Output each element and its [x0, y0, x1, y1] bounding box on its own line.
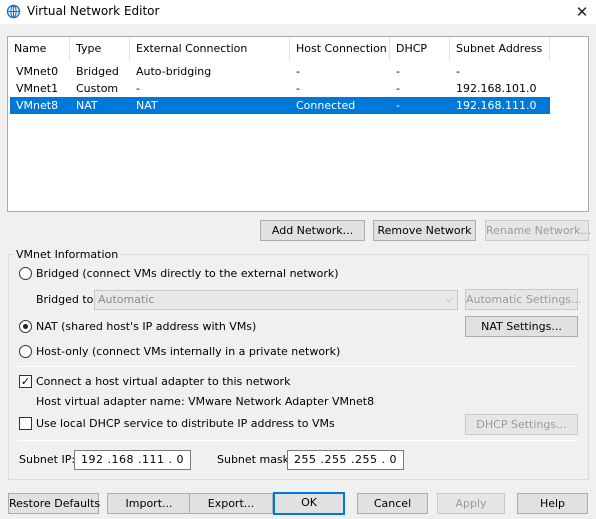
cell-dhcp: - — [396, 65, 400, 78]
host-only-label[interactable]: Host-only (connect VMs internally in a p… — [36, 344, 340, 359]
connect-adapter-label[interactable]: Connect a host virtual adapter to this n… — [36, 374, 290, 389]
cell-subnet-address: 192.168.101.0 — [456, 82, 537, 95]
network-table[interactable]: Name Type External Connection Host Conne… — [7, 36, 589, 212]
column-header-dhcp[interactable]: DHCP — [390, 37, 450, 61]
nat-radio[interactable] — [19, 320, 32, 333]
close-icon[interactable]: ✕ — [570, 2, 594, 22]
cell-external-connection: - — [136, 82, 140, 95]
cell-host-connection: - — [296, 65, 300, 78]
table-row[interactable]: VMnet1 Custom - - - 192.168.101.0 — [10, 80, 550, 97]
dhcp-settings-button[interactable]: DHCP Settings... — [465, 414, 578, 435]
window-title: Virtual Network Editor — [27, 4, 160, 18]
cell-subnet-address: - — [456, 65, 460, 78]
divider — [18, 440, 576, 441]
chevron-down-icon: ⌵ — [445, 294, 453, 305]
column-header-name[interactable]: Name — [8, 37, 70, 61]
table-row[interactable]: VMnet0 Bridged Auto-bridging - - - — [10, 63, 550, 80]
remove-network-button[interactable]: Remove Network — [373, 220, 476, 241]
cell-host-connection: Connected — [296, 99, 356, 112]
add-network-button[interactable]: Add Network... — [260, 220, 365, 241]
bridged-to-select[interactable]: Automatic ⌵ — [94, 290, 458, 310]
nat-label[interactable]: NAT (shared host's IP address with VMs) — [36, 319, 256, 334]
divider — [18, 366, 576, 367]
column-header-external-connection[interactable]: External Connection — [130, 37, 290, 61]
automatic-settings-button[interactable]: Automatic Settings... — [465, 289, 582, 310]
cell-external-connection: Auto-bridging — [136, 65, 212, 78]
cell-name: VMnet1 — [16, 82, 59, 95]
nat-settings-button[interactable]: NAT Settings... — [465, 316, 578, 337]
help-button[interactable]: Help — [517, 493, 588, 514]
dhcp-checkbox[interactable] — [19, 417, 32, 430]
subnet-ip-input[interactable]: 192 .168 .111 . 0 — [74, 450, 191, 470]
import-button[interactable]: Import... — [107, 493, 191, 514]
globe-network-icon — [6, 4, 21, 19]
cell-name: VMnet0 — [16, 65, 59, 78]
bridged-radio[interactable] — [19, 267, 32, 280]
apply-button[interactable]: Apply — [437, 493, 505, 514]
cancel-button[interactable]: Cancel — [357, 493, 428, 514]
cell-dhcp: - — [396, 82, 400, 95]
restore-defaults-button[interactable]: Restore Defaults — [8, 493, 100, 514]
cell-type: NAT — [76, 99, 98, 112]
bridged-to-label: Bridged to: — [36, 293, 98, 306]
adapter-name-label: Host virtual adapter name: VMware Networ… — [36, 395, 375, 408]
cell-subnet-address: 192.168.111.0 — [456, 99, 537, 112]
cell-type: Custom — [76, 82, 119, 95]
subnet-mask-label: Subnet mask: — [217, 453, 293, 466]
rename-network-button[interactable]: Rename Network... — [485, 220, 591, 241]
host-only-radio[interactable] — [19, 345, 32, 358]
column-header-host-connection[interactable]: Host Connection — [290, 37, 390, 61]
column-header-type[interactable]: Type — [70, 37, 130, 61]
export-button[interactable]: Export... — [189, 493, 273, 514]
vmnet-information-group — [8, 254, 589, 480]
cell-dhcp: - — [396, 99, 400, 112]
group-title: VMnet Information — [14, 248, 121, 261]
bridged-to-value: Automatic — [98, 293, 155, 306]
radio-selected-dot — [23, 324, 28, 329]
cell-type: Bridged — [76, 65, 119, 78]
table-row-selected[interactable]: VMnet8 NAT NAT Connected - 192.168.111.0 — [10, 97, 550, 114]
cell-name: VMnet8 — [16, 99, 59, 112]
column-header-subnet-address[interactable]: Subnet Address — [450, 37, 550, 61]
bridged-label[interactable]: Bridged (connect VMs directly to the ext… — [36, 266, 339, 281]
connect-adapter-checkbox[interactable]: ✓ — [19, 375, 32, 388]
subnet-mask-input[interactable]: 255 .255 .255 . 0 — [287, 450, 404, 470]
subnet-ip-label: Subnet IP: — [19, 453, 76, 466]
dhcp-label[interactable]: Use local DHCP service to distribute IP … — [36, 416, 335, 431]
cell-external-connection: NAT — [136, 99, 158, 112]
cell-host-connection: - — [296, 82, 300, 95]
ok-button[interactable]: OK — [273, 492, 345, 515]
